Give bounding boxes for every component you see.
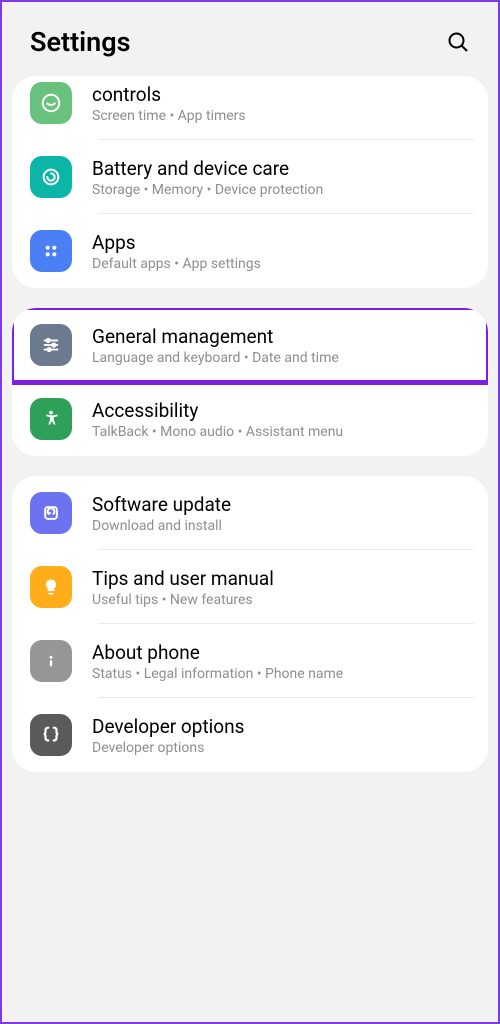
list-item-general-management[interactable]: General management Language and keyboard… <box>12 308 488 385</box>
settings-section: controls Screen time • App timers Batter… <box>12 76 488 288</box>
item-subtitle: Screen time • App timers <box>92 108 470 124</box>
list-item-battery[interactable]: Battery and device care Storage • Memory… <box>12 140 488 214</box>
item-subtitle: TalkBack • Mono audio • Assistant menu <box>92 424 470 440</box>
item-title: Tips and user manual <box>92 567 470 590</box>
item-subtitle: Status • Legal information • Phone name <box>92 666 470 682</box>
settings-section: Software update Download and install Tip… <box>12 476 488 772</box>
item-text: Battery and device care Storage • Memory… <box>92 157 470 198</box>
list-item-developer-options[interactable]: Developer options Developer options <box>12 698 488 772</box>
lightbulb-icon <box>30 566 72 608</box>
item-title: About phone <box>92 641 470 664</box>
sliders-icon <box>30 324 72 366</box>
item-text: Apps Default apps • App settings <box>92 231 470 272</box>
item-subtitle: Default apps • App settings <box>92 256 470 272</box>
item-text: controls Screen time • App timers <box>92 83 470 124</box>
item-subtitle: Developer options <box>92 740 470 756</box>
info-icon <box>30 640 72 682</box>
list-item-apps[interactable]: Apps Default apps • App settings <box>12 214 488 288</box>
item-text: Accessibility TalkBack • Mono audio • As… <box>92 399 470 440</box>
item-title: Accessibility <box>92 399 470 422</box>
item-title: Software update <box>92 493 470 516</box>
item-text: About phone Status • Legal information •… <box>92 641 470 682</box>
item-subtitle: Language and keyboard • Date and time <box>92 350 470 366</box>
battery-care-icon <box>30 156 72 198</box>
item-title: General management <box>92 325 470 348</box>
list-item-controls[interactable]: controls Screen time • App timers <box>12 76 488 140</box>
list-item-accessibility[interactable]: Accessibility TalkBack • Mono audio • As… <box>12 382 488 456</box>
page-title: Settings <box>30 26 131 58</box>
item-subtitle: Storage • Memory • Device protection <box>92 182 470 198</box>
apps-icon <box>30 230 72 272</box>
list-item-tips[interactable]: Tips and user manual Useful tips • New f… <box>12 550 488 624</box>
accessibility-icon <box>30 398 72 440</box>
settings-section: General management Language and keyboard… <box>12 308 488 456</box>
item-subtitle: Download and install <box>92 518 470 534</box>
list-item-software-update[interactable]: Software update Download and install <box>12 476 488 550</box>
item-text: Software update Download and install <box>92 493 470 534</box>
item-text: General management Language and keyboard… <box>92 325 470 366</box>
item-title: controls <box>92 83 470 106</box>
item-text: Developer options Developer options <box>92 715 470 756</box>
search-icon[interactable] <box>446 30 470 54</box>
item-title: Battery and device care <box>92 157 470 180</box>
item-subtitle: Useful tips • New features <box>92 592 470 608</box>
list-item-about-phone[interactable]: About phone Status • Legal information •… <box>12 624 488 698</box>
item-text: Tips and user manual Useful tips • New f… <box>92 567 470 608</box>
header: Settings <box>2 2 498 76</box>
wellbeing-icon <box>30 82 72 124</box>
item-title: Apps <box>92 231 470 254</box>
code-braces-icon <box>30 714 72 756</box>
item-title: Developer options <box>92 715 470 738</box>
update-icon <box>30 492 72 534</box>
